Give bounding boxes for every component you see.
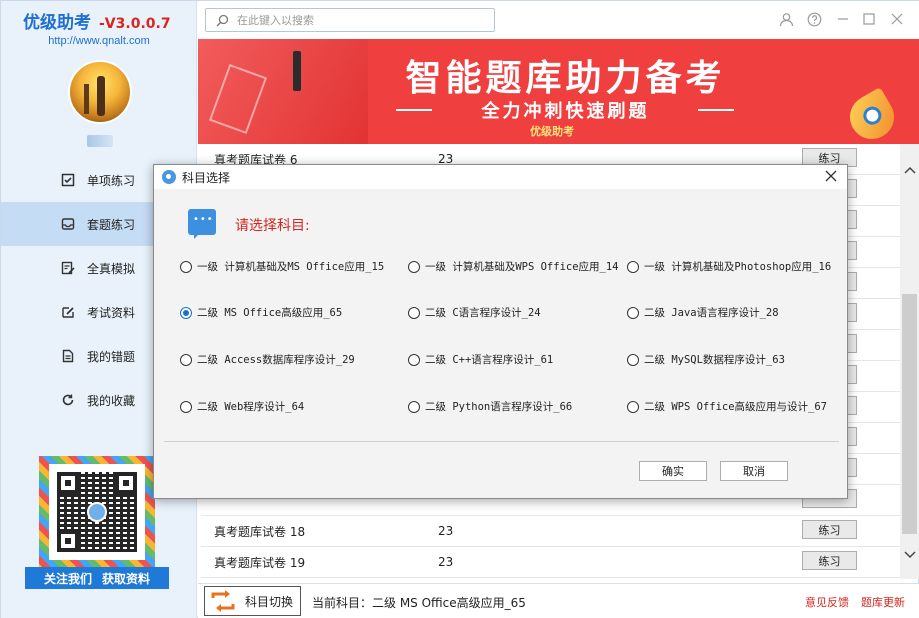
current-subject-label: 当前科目： xyxy=(312,596,373,610)
question-count: 23 xyxy=(438,524,454,538)
table-row: 真考题库试卷 18 23 练习 xyxy=(201,516,900,547)
promo-banner: 智能题库助力备考 全力冲刺快速刷题 优级助考 xyxy=(198,39,919,144)
qr-logo-icon xyxy=(87,502,107,522)
subject-option[interactable]: 二级 C++语言程序设计_61 xyxy=(408,352,553,367)
radio-button[interactable] xyxy=(408,353,420,366)
app-window: 优级助考 -V3.0.0.7 http://www.qnalt.com 单项练习 … xyxy=(0,0,919,618)
sidebar-item-label: 全真模拟 xyxy=(87,261,136,276)
dialog-prompt: 请选择科目: xyxy=(235,218,310,234)
banner-brand-tag: 优级助考 xyxy=(530,125,574,138)
table-scrollbar[interactable] xyxy=(900,144,919,579)
chat-bubble-icon xyxy=(188,209,216,239)
user-icon[interactable] xyxy=(777,10,795,28)
subject-option[interactable]: 二级 MS Office高级应用_65 xyxy=(180,305,342,320)
radio-button[interactable] xyxy=(627,353,639,366)
paper-name: 真考题库试卷 18 xyxy=(214,524,306,539)
radio-button[interactable] xyxy=(627,400,639,413)
sidebar-item-label: 单项练习 xyxy=(87,173,136,188)
checkbox-icon xyxy=(61,173,75,187)
sidebar-item-label: 考试资料 xyxy=(87,305,136,320)
qr-code xyxy=(57,472,137,552)
current-subject: 当前科目：二级 MS Office高级应用_65 xyxy=(312,594,526,611)
search-input[interactable]: 在此键入以搜索 xyxy=(205,8,495,32)
subject-option[interactable]: 一级 计算机基础及WPS Office应用_14 xyxy=(408,259,619,274)
avatar[interactable] xyxy=(68,60,132,124)
radio-button-selected[interactable] xyxy=(180,306,192,319)
minimize-icon[interactable] xyxy=(834,10,852,28)
feedback-link[interactable]: 意见反馈 xyxy=(805,594,849,610)
radio-button[interactable] xyxy=(408,400,420,413)
dialog-close-icon[interactable] xyxy=(821,167,841,187)
subject-dialog: 科目选择 请选择科目: 一级 计算机基础及MS Office应用_15 一级 计… xyxy=(153,164,848,499)
confirm-button[interactable]: 确实 xyxy=(639,461,707,481)
radio-button[interactable] xyxy=(408,306,420,319)
subject-option[interactable]: 二级 C语言程序设计_24 xyxy=(408,305,541,320)
refresh-icon xyxy=(61,393,75,407)
qr-banner-get: 获取资料 xyxy=(102,571,151,586)
dialog-titlebar: 科目选择 xyxy=(154,165,847,189)
scroll-down-icon[interactable] xyxy=(903,549,916,562)
radio-button[interactable] xyxy=(408,260,420,273)
app-brand: 优级助考 -V3.0.0.7 xyxy=(23,8,171,33)
switch-subject-label: 科目切换 xyxy=(245,594,294,609)
maximize-icon[interactable] xyxy=(860,10,878,28)
app-logo-icon xyxy=(162,170,176,184)
practice-button[interactable]: 练习 xyxy=(802,520,857,539)
subject-option[interactable]: 二级 Java语言程序设计_28 xyxy=(627,305,779,320)
website-link[interactable]: http://www.qnalt.com xyxy=(1,35,197,47)
radio-button[interactable] xyxy=(627,306,639,319)
swap-arrows-icon xyxy=(209,590,237,612)
rocket-icon xyxy=(841,86,903,144)
search-placeholder: 在此键入以搜索 xyxy=(237,14,314,27)
sidebar-item-label: 套题练习 xyxy=(87,217,136,232)
qr-banner: 关注我们 获取资料 xyxy=(25,567,169,589)
app-name: 优级助考 xyxy=(23,13,91,33)
close-icon[interactable] xyxy=(888,10,906,28)
scroll-up-icon[interactable] xyxy=(903,164,916,177)
qr-banner-follow: 关注我们 xyxy=(43,571,92,586)
subject-option[interactable]: 二级 Web程序设计_64 xyxy=(180,399,304,414)
top-bar: 在此键入以搜索 xyxy=(198,1,919,39)
search-icon xyxy=(216,14,229,26)
help-icon[interactable] xyxy=(805,10,823,28)
pencil-note-icon xyxy=(61,305,75,319)
switch-subject-button[interactable]: 科目切换 xyxy=(204,586,301,616)
practice-button[interactable]: 练习 xyxy=(802,551,857,570)
subject-option[interactable]: 二级 WPS Office高级应用与设计_67 xyxy=(627,399,827,414)
document-icon xyxy=(61,349,75,363)
subject-option[interactable]: 一级 计算机基础及Photoshop应用_16 xyxy=(627,259,831,274)
qr-promo: 关注我们 获取资料 xyxy=(25,456,169,590)
banner-subtitle: 全力冲刺快速刷题 xyxy=(481,101,650,122)
subject-option[interactable]: 二级 Python语言程序设计_66 xyxy=(408,399,572,414)
edit-doc-icon xyxy=(61,261,75,275)
sidebar-item-label: 我的收藏 xyxy=(87,393,136,408)
subject-option[interactable]: 二级 Access数据库程序设计_29 xyxy=(180,352,355,367)
update-bank-link[interactable]: 题库更新 xyxy=(861,594,905,610)
radio-button[interactable] xyxy=(627,260,639,273)
subject-option[interactable]: 二级 MySQL数据程序设计_63 xyxy=(627,352,785,367)
inbox-icon xyxy=(61,217,75,231)
username-placeholder xyxy=(87,135,113,147)
status-bar: 科目切换 当前科目：二级 MS Office高级应用_65 意见反馈 题库更新 xyxy=(198,583,919,618)
dialog-title: 科目选择 xyxy=(182,170,231,185)
app-version: -V3.0.0.7 xyxy=(99,16,171,32)
radio-button[interactable] xyxy=(180,353,192,366)
radio-button[interactable] xyxy=(180,260,192,273)
subject-option[interactable]: 一级 计算机基础及MS Office应用_15 xyxy=(180,259,384,274)
current-subject-value: 二级 MS Office高级应用_65 xyxy=(372,596,526,610)
paper-name: 真考题库试卷 19 xyxy=(214,555,306,570)
sidebar-item-label: 我的错题 xyxy=(87,349,136,364)
radio-button[interactable] xyxy=(180,400,192,413)
cancel-button[interactable]: 取消 xyxy=(720,461,788,481)
scroll-thumb[interactable] xyxy=(902,294,917,534)
banner-headline: 智能题库助力备考 xyxy=(405,58,726,99)
question-count: 23 xyxy=(438,555,454,569)
dialog-divider xyxy=(164,441,839,442)
table-row: 真考题库试卷 19 23 练习 xyxy=(201,547,900,578)
qr-frame xyxy=(39,456,155,572)
